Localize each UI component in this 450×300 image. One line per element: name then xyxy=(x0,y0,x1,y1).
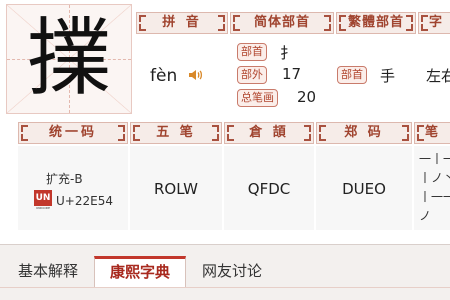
unicode-code: U+22E54 xyxy=(56,194,113,208)
header-zhengma: 郑 码 xyxy=(316,122,412,144)
header-simplified-radical: 简体部首 xyxy=(230,12,334,34)
stroke-line: 丨一一 xyxy=(419,190,450,204)
unicode-cell xyxy=(18,146,128,230)
outer-strokes-tag: 部外 xyxy=(237,66,267,84)
unicode-logo-sub: UNICODE xyxy=(36,206,50,210)
unicode-logo: UN UNICODE xyxy=(34,190,52,212)
character-display: 擈 xyxy=(6,4,132,114)
stroke-line: 一丨一 xyxy=(419,152,450,166)
structure-value: 左右 xyxy=(426,67,450,85)
header-pinyin: 拼 音 xyxy=(136,12,228,34)
speaker-icon[interactable] xyxy=(187,66,205,84)
total-strokes-tag: 总笔画 xyxy=(237,89,278,107)
unicode-logo-text: UN xyxy=(34,190,52,206)
header-unicode: 统一码 xyxy=(18,122,128,144)
header-wubi: 五 笔 xyxy=(130,122,222,144)
total-strokes-value: 20 xyxy=(297,88,317,106)
radical-value: 扌 xyxy=(280,44,296,62)
tabs-divider xyxy=(0,287,450,288)
unicode-block: 扩充-B xyxy=(46,172,83,186)
radical-tag: 部首 xyxy=(237,43,267,61)
stroke-line: 丨ノ丶 xyxy=(419,171,450,185)
traditional-radical-tag: 部首 xyxy=(337,66,367,84)
tab-user-discussion[interactable]: 网友讨论 xyxy=(190,256,274,287)
outer-strokes-value: 17 xyxy=(282,65,302,83)
header-traditional-radical: 繁體部首 xyxy=(336,12,416,34)
header-partial-strokes: 笔 xyxy=(414,122,450,144)
wubi-code: ROLW xyxy=(153,180,199,198)
header-cangjie: 倉 頡 xyxy=(224,122,314,144)
main-character: 擈 xyxy=(26,9,111,107)
tab-kangxi-dictionary[interactable]: 康熙字典 xyxy=(94,256,186,287)
traditional-radical-value: 手 xyxy=(380,67,396,85)
zhengma-code: DUEO xyxy=(342,180,386,198)
header-partial: 字 xyxy=(418,12,450,34)
cangjie-code: QFDC xyxy=(247,180,291,198)
tab-basic-explanation[interactable]: 基本解释 xyxy=(6,256,90,287)
stroke-line: ノ xyxy=(419,209,432,223)
stroke-order-preview: 一丨一 丨ノ丶 丨一一 ノ xyxy=(419,150,450,226)
pinyin-reading: fèn xyxy=(150,66,178,86)
